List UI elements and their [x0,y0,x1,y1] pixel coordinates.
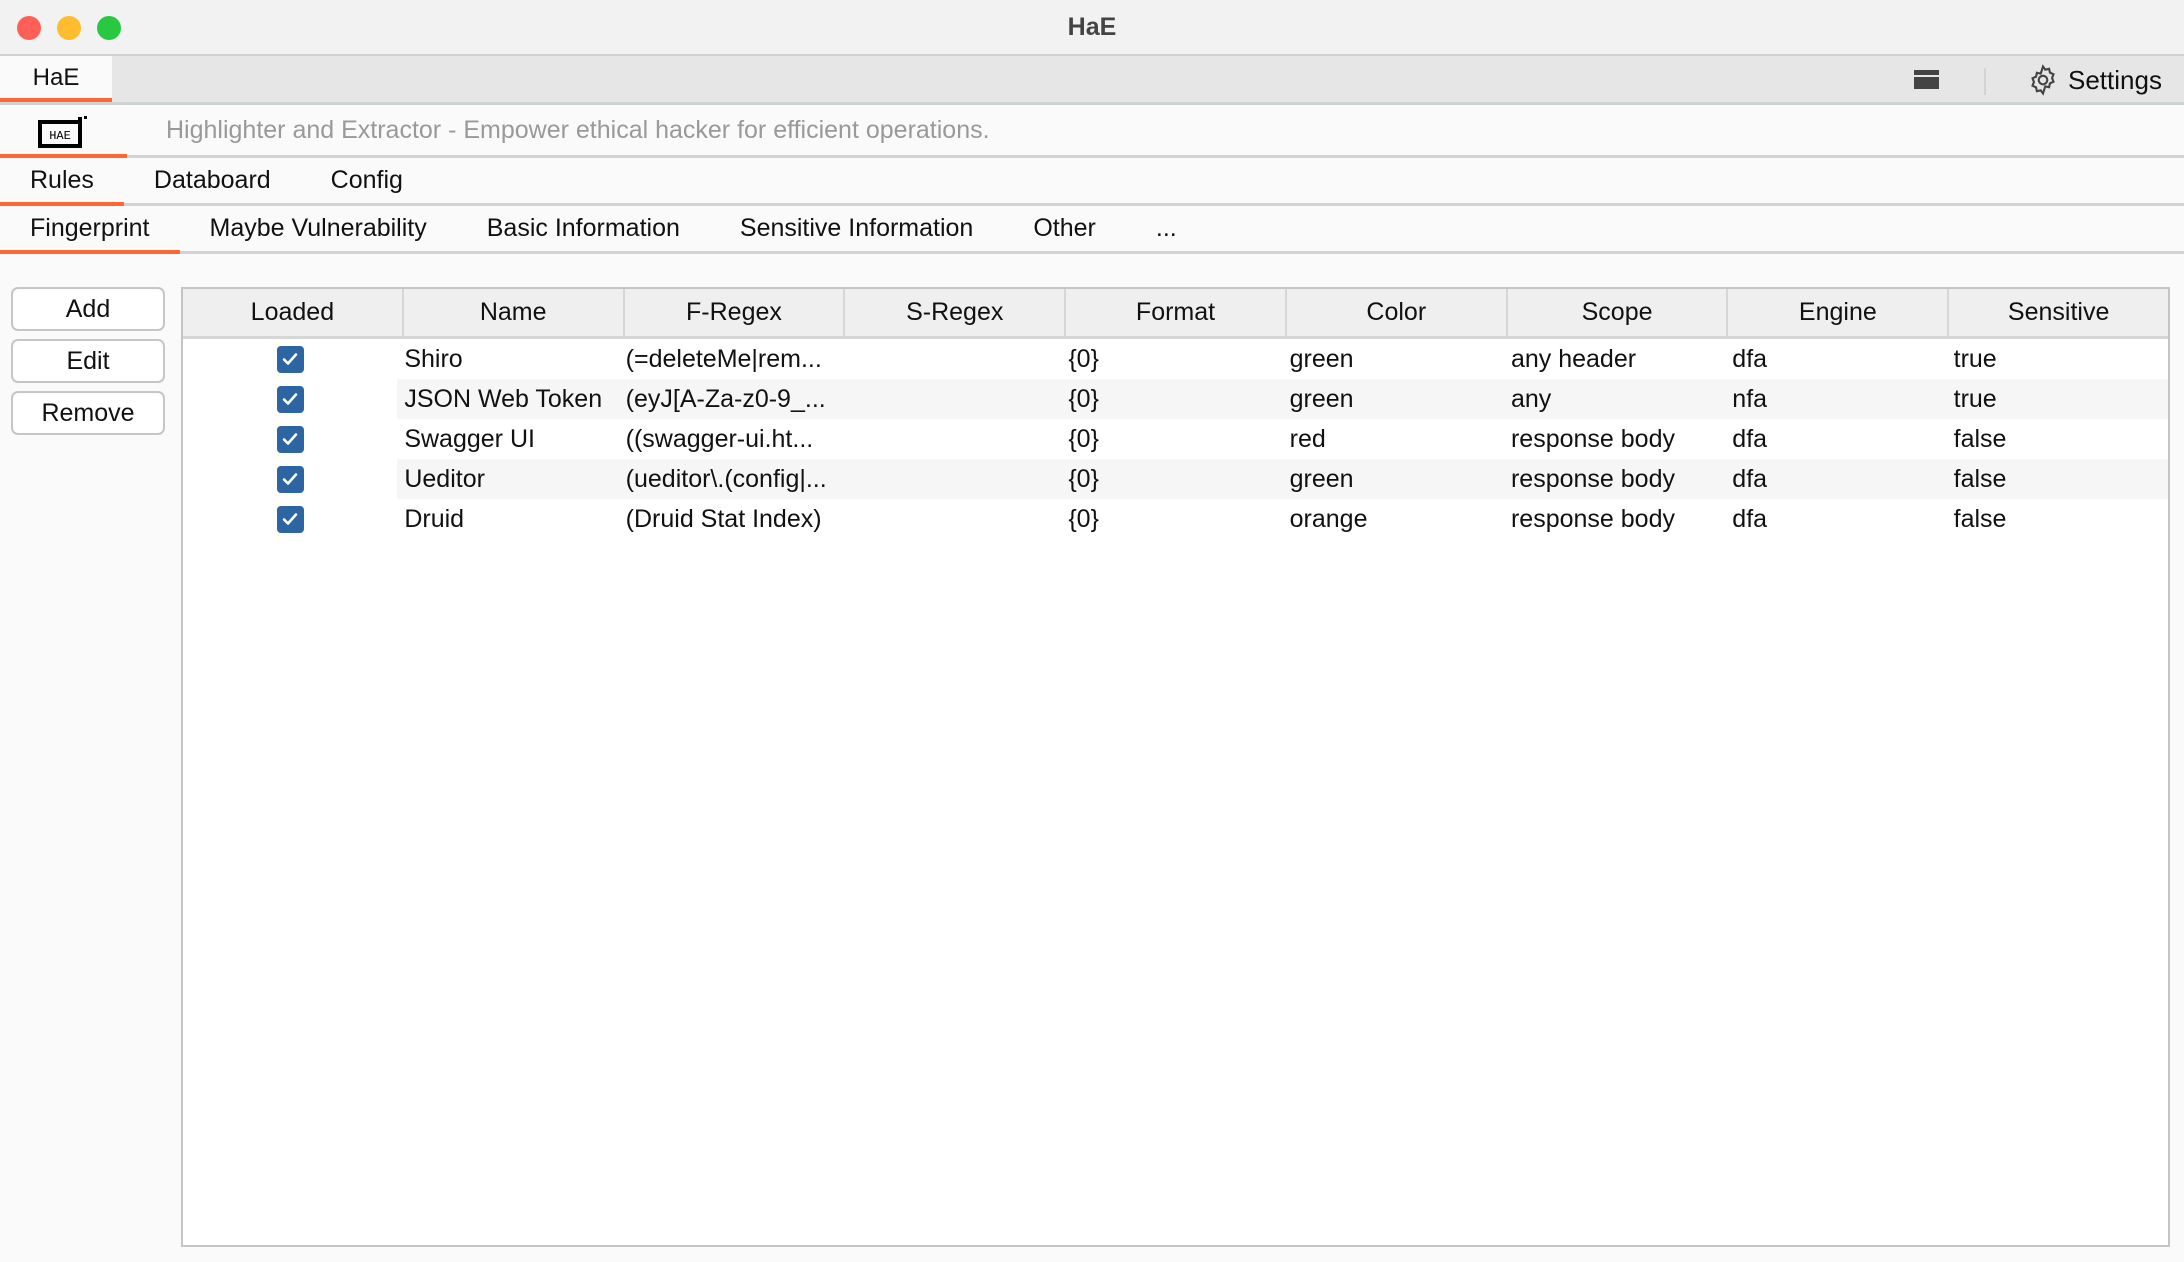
checkmark-icon [282,513,298,525]
sensitive-cell: true [1953,345,1997,373]
main-tabs: Rules Databoard Config [0,158,2184,206]
format-cell: {0} [1068,345,1099,373]
tab-basic-information[interactable]: Basic Information [457,206,710,251]
table-header: Loaded Name F-Regex S-Regex Format Color Scope… [183,289,2168,339]
column-header-scope[interactable]: Scope [1508,289,1729,336]
checkmark-icon [282,393,298,405]
column-header-engine[interactable]: Engine [1728,289,1950,336]
remove-button[interactable]: Remove [11,391,165,435]
f-regex-cell: (=deleteMe|rem... [625,345,822,373]
f-regex-cell: (eyJ[A-Za-z0-9_... [618,379,840,419]
add-button[interactable]: Add [11,287,165,331]
tab-rules[interactable]: Rules [0,158,124,206]
color-cell: red [1289,425,1326,453]
tab-databoard[interactable]: Databoard [124,158,301,203]
column-header-color[interactable]: Color [1287,289,1508,336]
rules-table: Loaded Name F-Regex S-Regex Format Color Scope… [181,287,2170,1247]
engine-cell: dfa [1732,425,1768,453]
tab-fingerprint[interactable]: Fingerprint [0,206,180,254]
tab-other[interactable]: Other [1003,206,1126,251]
sensitive-cell: false [1953,505,2007,533]
tab-more[interactable]: ... [1126,206,1207,251]
tab-config[interactable]: Config [301,158,433,203]
tab-hae[interactable]: HaE [0,56,112,102]
column-header-s-regex[interactable]: S-Regex [845,289,1067,336]
settings-button[interactable]: Settings [2026,62,2162,98]
checkmark-icon [282,473,298,485]
loaded-cell [183,379,397,419]
format-cell: {0} [1068,505,1099,533]
name-cell: Druid [404,505,465,533]
table-row[interactable]: JSON Web Token (eyJ[A-Za-z0-9_... {0} green… [183,379,2168,419]
title-bar: HaE [0,0,2184,56]
app-description: Highlighter and Extractor - Empower ethi… [166,116,990,144]
svg-text:HAE: HAE [49,129,71,143]
divider [1984,68,1986,95]
engine-cell: dfa [1725,459,1947,499]
s-regex-cell [840,419,1061,459]
color-cell: green [1282,459,1504,499]
table-row[interactable]: Shiro (=deleteMe|rem... {0} green any header… [183,339,2168,379]
loaded-cell [183,459,397,499]
tab-maybe-vulnerability[interactable]: Maybe Vulnerability [180,206,457,251]
s-regex-cell [840,499,1061,539]
name-cell: Shiro [404,345,463,373]
sensitive-cell: false [1953,425,2007,453]
scope-cell: any header [1510,345,1637,373]
scope-cell: response body [1510,425,1675,453]
column-header-loaded[interactable]: Loaded [183,289,404,336]
table-row[interactable]: Druid (Druid Stat Index) {0} orange response… [183,499,2168,539]
scope-cell: response body [1510,505,1675,533]
loaded-checkbox[interactable] [276,465,304,493]
loaded-cell [183,419,397,459]
table-row[interactable]: Ueditor (ueditor\.(config|... {0} green resp… [183,459,2168,499]
scope-cell: any [1503,379,1726,419]
table-row[interactable]: Swagger UI ((swagger-ui.ht... {0} red respon… [183,419,2168,459]
format-cell: {0} [1068,425,1099,453]
checkmark-icon [282,433,298,445]
f-regex-cell: (ueditor\.(config|... [618,459,840,499]
scope-cell: response body [1503,459,1726,499]
loaded-checkbox[interactable] [276,385,304,413]
loaded-checkbox[interactable] [276,345,304,373]
column-header-sensitive[interactable]: Sensitive [1949,289,2168,336]
hae-logo: HAE [38,116,87,148]
name-cell: Ueditor [397,459,619,499]
gear-icon [2031,64,2055,96]
format-cell: {0} [1061,459,1283,499]
f-regex-cell: ((swagger-ui.ht... [625,425,814,453]
loaded-cell [183,499,397,539]
loaded-checkbox[interactable] [276,425,304,453]
checkmark-icon [282,353,298,365]
color-cell: orange [1289,505,1368,533]
settings-label: Settings [2068,64,2162,95]
f-regex-cell: (Druid Stat Index) [625,505,822,533]
edit-button[interactable]: Edit [11,339,165,383]
color-cell: green [1289,345,1354,373]
sensitive-cell: false [1946,459,2168,499]
name-cell: JSON Web Token [397,379,619,419]
window-layout-icon[interactable] [1914,70,1939,89]
tab-sensitive-information[interactable]: Sensitive Information [710,206,1003,251]
sensitive-cell: true [1946,379,2168,419]
s-regex-cell [840,339,1061,379]
format-cell: {0} [1061,379,1283,419]
engine-cell: dfa [1732,505,1768,533]
s-regex-cell [839,379,1062,419]
loaded-cell [183,339,397,379]
loaded-checkbox[interactable] [276,505,304,533]
color-cell: green [1282,379,1504,419]
s-regex-cell [839,459,1062,499]
column-header-f-regex[interactable]: F-Regex [625,289,846,336]
category-tabs: Fingerprint Maybe Vulnerability Basic In… [0,206,2184,254]
table-body: Shiro (=deleteMe|rem... {0} green any header… [183,339,2168,539]
column-header-format[interactable]: Format [1066,289,1287,336]
name-cell: Swagger UI [404,425,535,453]
engine-cell: dfa [1732,345,1768,373]
engine-cell: nfa [1725,379,1947,419]
header-row: HAE Highlighter and Extractor - Empower … [0,105,2184,158]
window-title: HaE [1067,13,1117,41]
column-header-name[interactable]: Name [404,289,625,336]
top-tab-bar: HaE Settings [0,56,2184,105]
